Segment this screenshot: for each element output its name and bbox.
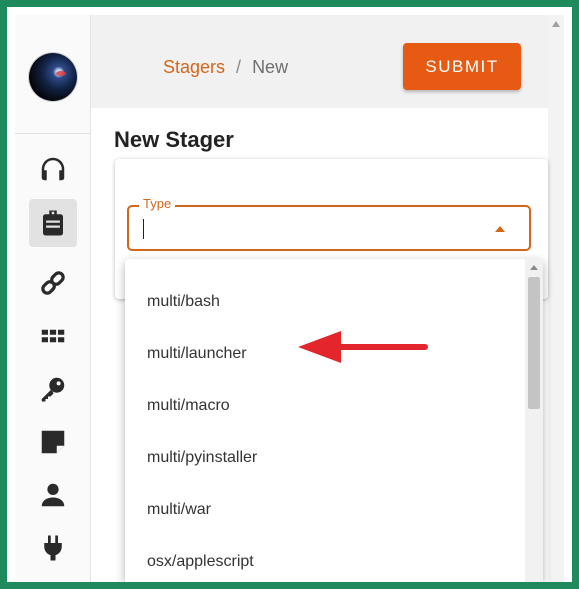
breadcrumb-separator: / [236,57,242,77]
sidebar-item-reporting[interactable] [29,418,77,466]
menu-item-multi-pyinstaller[interactable]: multi/pyinstaller [125,432,525,484]
menu-item-multi-war[interactable]: multi/war [125,484,525,536]
red-arrow-annotation-icon [298,331,428,363]
grid-icon [41,329,65,343]
submit-button[interactable]: SUBMIT [403,43,521,90]
sidebar-item-modules[interactable] [29,312,77,360]
sidebar-item-users[interactable] [29,471,77,519]
sidebar-item-listeners[interactable] [29,145,77,193]
menu-scrollbar[interactable] [525,259,543,582]
menu-scrollbar-thumb[interactable] [528,277,540,409]
sidebar-divider [15,133,90,134]
sidebar-item-plugins[interactable] [29,524,77,572]
briefcase-icon [43,210,63,236]
menu-item-multi-macro[interactable]: multi/macro [125,380,525,432]
headphones-icon [41,157,65,181]
page-scrollbar[interactable] [548,15,564,582]
link-icon [41,271,65,295]
breadcrumb: Stagers / New [163,57,288,78]
app-window: Stagers / New SUBMIT New Stager Type multi… [15,15,564,582]
sidebar-item-credentials[interactable] [29,365,77,413]
menu-item-multi-bash[interactable]: multi/bash [125,276,525,328]
type-field-label: Type [139,196,176,211]
dropdown-arrow-icon[interactable] [495,226,505,232]
sticky-note-icon [41,430,65,454]
header-bar: Stagers / New SUBMIT [91,15,564,108]
type-select[interactable]: Type [127,196,531,251]
menu-item-osx-applescript[interactable]: osx/applescript [125,536,525,582]
sidebar-item-agents[interactable] [29,259,77,307]
plug-icon [44,535,62,561]
sidebar-item-stagers[interactable] [29,199,77,247]
breadcrumb-current: New [252,57,289,77]
breadcrumb-stagers-link[interactable]: Stagers [163,57,225,77]
type-options-menu: multi/bash multi/launcher multi/macro mu… [125,259,543,582]
menu-scroll-up-arrow-icon[interactable] [530,265,538,270]
page-title: New Stager [114,127,234,152]
screenshot-frame: Stagers / New SUBMIT New Stager Type multi… [0,0,579,589]
avatar[interactable] [29,53,77,101]
key-icon [41,377,65,402]
text-caret [143,219,144,239]
scroll-up-arrow-icon[interactable] [552,21,560,27]
sidebar [15,15,91,582]
user-icon [41,483,65,507]
